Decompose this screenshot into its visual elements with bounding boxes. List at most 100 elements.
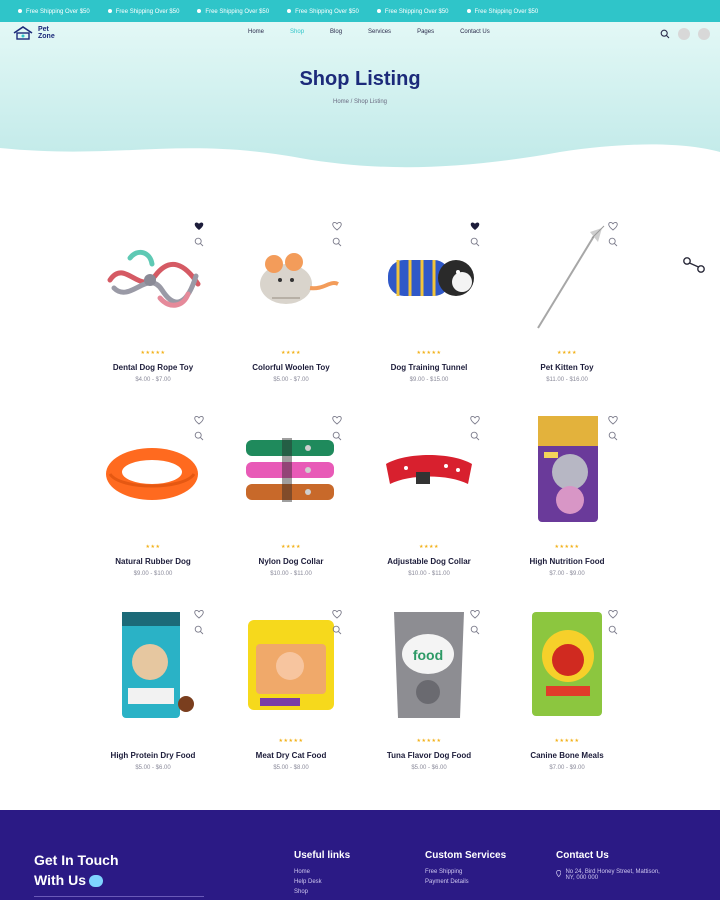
product-image[interactable] (238, 218, 344, 336)
search-icon[interactable] (470, 428, 480, 441)
nav-item-contact[interactable]: Contact Us (460, 29, 490, 35)
product-price: $7.00 - $9.00 (549, 571, 585, 577)
product-image[interactable] (376, 218, 482, 336)
heart-icon[interactable] (608, 218, 618, 231)
footer-contact: Contact Us No 24, Bird Honey Street, Mat… (556, 850, 666, 885)
product-card[interactable]: ★★★★ Colorful Woolen Toy $5.00 - $7.00 (222, 212, 360, 406)
heart-icon[interactable] (332, 412, 342, 425)
product-image[interactable] (376, 412, 482, 530)
product-card[interactable]: ★★★★ Adjustable Dog Collar $10.00 - $11.00 (360, 406, 498, 600)
product-card[interactable]: ★★★★★ Dental Dog Rope Toy $4.00 - $7.00 (84, 212, 222, 406)
promo-marquee: Free Shipping Over $50 Free Shipping Over… (0, 0, 720, 22)
bullet-icon (18, 9, 22, 14)
footer-address-text: No 24, Bird Honey Street, Mattison, NY, … (565, 869, 660, 881)
heart-icon[interactable] (470, 218, 480, 230)
product-image[interactable]: food (376, 606, 482, 724)
product-price: $5.00 - $8.00 (273, 765, 309, 771)
promo-item: Free Shipping Over $50 (18, 1, 90, 22)
product-title[interactable]: High Protein Dry Food (84, 751, 222, 760)
product-title[interactable]: Natural Rubber Dog (84, 557, 222, 566)
product-title[interactable]: High Nutrition Food (498, 557, 636, 566)
search-icon[interactable] (194, 622, 204, 635)
product-rating: ★★★★★ (416, 738, 442, 744)
heart-icon[interactable] (470, 412, 480, 425)
product-title[interactable]: Canine Bone Meals (498, 751, 636, 760)
product-card[interactable]: food ★★★★★ Tuna Flavor Dog Food $5.00 - $6.… (360, 600, 498, 794)
search-icon[interactable] (470, 234, 480, 247)
footer-useful-links: Useful links Home Help Desk Shop (294, 850, 350, 899)
heart-icon[interactable] (194, 218, 204, 230)
product-title[interactable]: Colorful Woolen Toy (222, 363, 360, 372)
product-rating: ★★★★★ (140, 350, 166, 356)
breadcrumb[interactable]: Home / Shop Listing (0, 99, 720, 105)
footer-link-home[interactable]: Home (294, 869, 350, 875)
search-icon[interactable] (608, 622, 618, 635)
heart-icon[interactable] (332, 606, 342, 619)
search-icon[interactable] (332, 622, 342, 635)
product-title[interactable]: Dental Dog Rope Toy (84, 363, 222, 372)
search-icon[interactable] (660, 29, 670, 39)
product-title[interactable]: Nylon Dog Collar (222, 557, 360, 566)
product-card[interactable]: ★★★★★ Meat Dry Cat Food $5.00 - $8.00 (222, 600, 360, 794)
footer-useful-heading: Useful links (294, 850, 351, 861)
product-card[interactable]: ★★★★ Pet Kitten Toy $11.00 - $16.00 (498, 212, 636, 406)
footer-link-shop[interactable]: Shop (294, 889, 350, 895)
product-grid: ★★★★★ Dental Dog Rope Toy $4.00 - $7.00 ★★★… (84, 212, 636, 794)
product-image[interactable] (100, 218, 206, 336)
product-title[interactable]: Tuna Flavor Dog Food (360, 751, 498, 760)
product-card[interactable]: ★★★★★ High Nutrition Food $7.00 - $9.00 (498, 406, 636, 600)
heart-icon[interactable] (608, 606, 618, 619)
product-image[interactable] (514, 606, 620, 724)
promo-item: Free Shipping Over $50 (466, 1, 538, 22)
search-icon[interactable] (470, 622, 480, 635)
cart-icon[interactable] (698, 28, 710, 40)
product-image[interactable] (238, 412, 344, 530)
product-card[interactable]: High Protein Dry Food $5.00 - $6.00 (84, 600, 222, 794)
product-rating: ★★★★ (281, 350, 301, 356)
heart-icon[interactable] (470, 606, 480, 619)
search-icon[interactable] (608, 234, 618, 247)
footer-services-heading: Custom Services (425, 850, 507, 861)
brand-logo[interactable]: Pet Zone (12, 26, 55, 40)
product-title[interactable]: Pet Kitten Toy (498, 363, 636, 372)
product-image[interactable] (238, 606, 344, 724)
product-rating: ★★★★ (419, 544, 439, 550)
footer-divider (34, 896, 204, 897)
product-card[interactable]: ★★★★★ Dog Training Tunnel $9.00 - $15.00 (360, 212, 498, 406)
heart-icon[interactable] (194, 412, 204, 425)
search-icon[interactable] (194, 428, 204, 441)
product-title[interactable]: Adjustable Dog Collar (360, 557, 498, 566)
product-image[interactable] (100, 606, 206, 724)
heart-icon[interactable] (332, 218, 342, 231)
product-image[interactable] (514, 218, 620, 336)
heart-icon[interactable] (194, 606, 204, 619)
search-icon[interactable] (608, 428, 618, 441)
search-icon[interactable] (194, 234, 204, 247)
product-price: $11.00 - $16.00 (546, 377, 588, 383)
nav-item-home[interactable]: Home (248, 29, 264, 35)
nav-item-pages[interactable]: Pages (417, 29, 434, 35)
product-price: $5.00 - $6.00 (411, 765, 447, 771)
footer-link-help-desk[interactable]: Help Desk (294, 879, 350, 885)
product-title[interactable]: Meat Dry Cat Food (222, 751, 360, 760)
footer-touch-line2: With Us (34, 872, 86, 888)
footer-link-payment[interactable]: Payment Details (425, 879, 506, 885)
product-card[interactable]: ★★★ Natural Rubber Dog $9.00 - $10.00 (84, 406, 222, 600)
footer-link-free-shipping[interactable]: Free Shipping (425, 869, 506, 875)
product-image[interactable] (514, 412, 620, 530)
nav-item-blog[interactable]: Blog (330, 29, 342, 35)
product-title[interactable]: Dog Training Tunnel (360, 363, 498, 372)
search-icon[interactable] (332, 428, 342, 441)
nav-item-services[interactable]: Services (368, 29, 391, 35)
heart-icon[interactable] (608, 412, 618, 425)
product-card[interactable]: ★★★★★ Canine Bone Meals $7.00 - $9.00 (498, 600, 636, 794)
wishlist-badge-icon[interactable] (678, 28, 690, 40)
product-price: $5.00 - $6.00 (135, 765, 171, 771)
search-icon[interactable] (332, 234, 342, 247)
bullet-icon (376, 9, 381, 14)
map-pin-icon (556, 870, 562, 878)
product-image[interactable] (100, 412, 206, 530)
product-card[interactable]: ★★★★ Nylon Dog Collar $10.00 - $11.00 (222, 406, 360, 600)
brand-name: Pet Zone (38, 26, 55, 40)
nav-item-shop[interactable]: Shop (290, 29, 304, 35)
